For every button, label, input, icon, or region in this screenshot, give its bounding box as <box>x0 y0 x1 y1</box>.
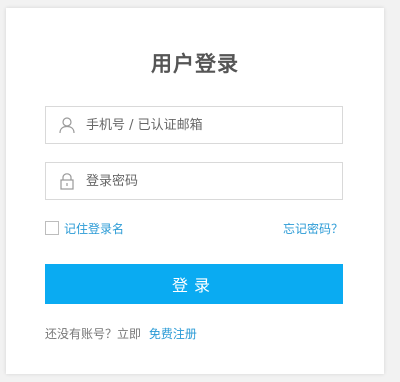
user-icon <box>58 116 76 134</box>
page-title: 用户登录 <box>151 52 239 76</box>
login-button[interactable]: 登录 <box>45 264 343 304</box>
username-field[interactable] <box>45 106 343 144</box>
password-input[interactable] <box>86 163 336 199</box>
login-card: 用户登录 记住登录名 忘记密码？ 登录 还没有账号？立即 免费注册 <box>6 8 384 374</box>
remember-login-label: 记住登录名 <box>64 221 125 236</box>
password-field[interactable] <box>45 162 343 200</box>
register-link[interactable]: 免费注册 <box>149 327 197 341</box>
register-prompt-text: 还没有账号？立即 <box>45 327 142 341</box>
checkbox-box[interactable] <box>45 221 59 235</box>
remember-login-checkbox[interactable]: 记住登录名 <box>45 220 124 236</box>
username-input[interactable] <box>86 107 336 143</box>
register-prompt: 还没有账号？立即 免费注册 <box>45 325 197 342</box>
forgot-password-link[interactable]: 忘记密码？ <box>283 220 343 237</box>
lock-icon <box>58 172 76 190</box>
